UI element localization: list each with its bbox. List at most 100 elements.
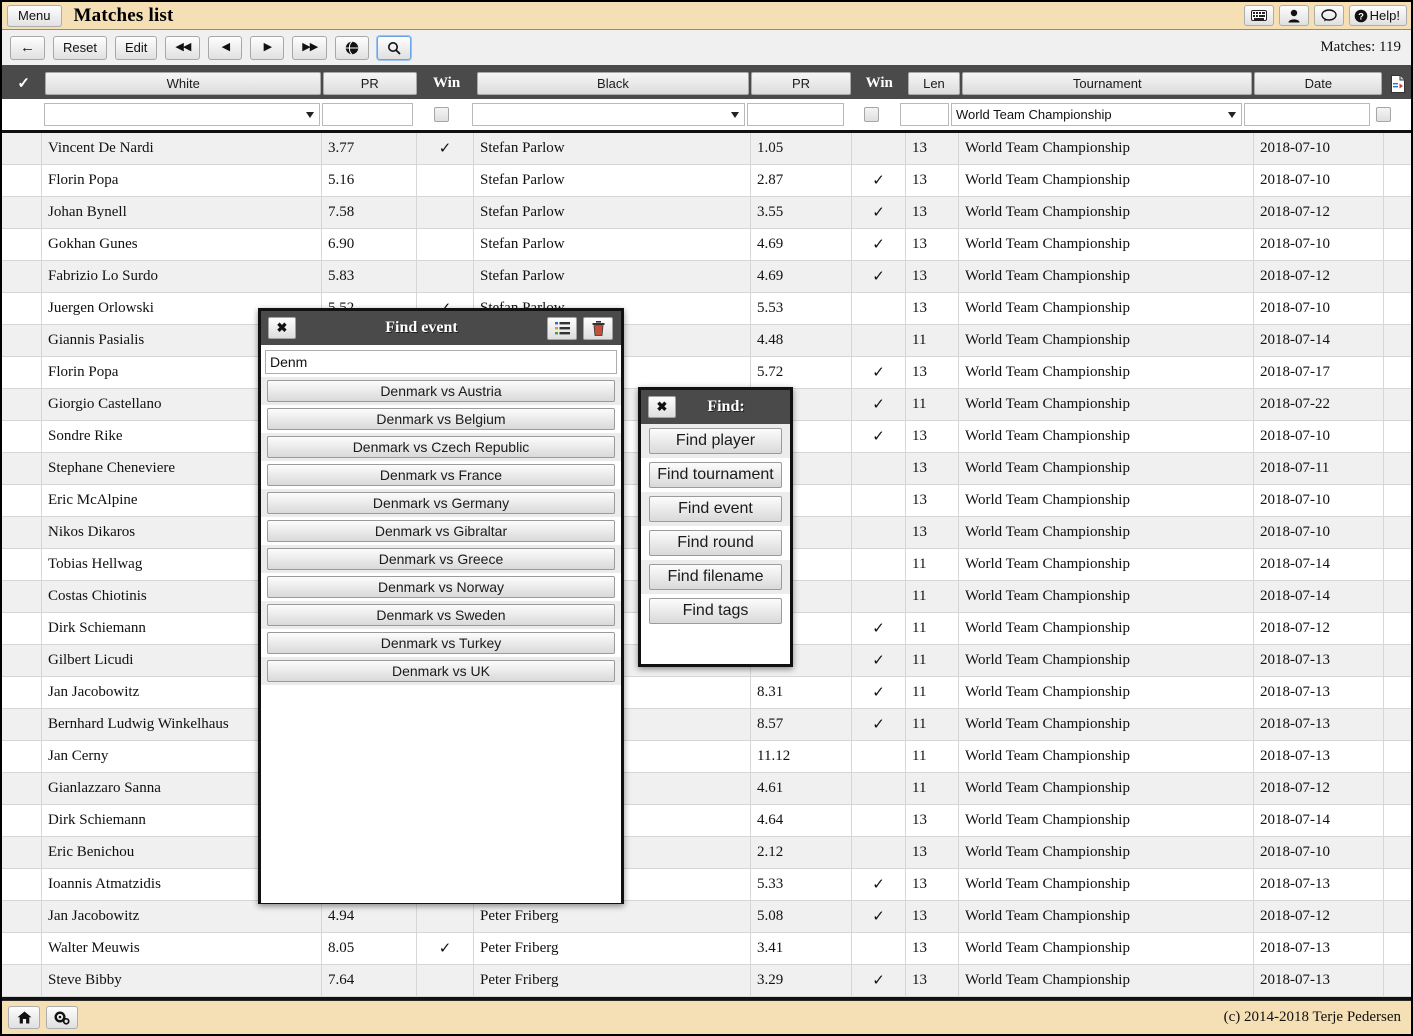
table-row[interactable]: Gokhan Gunes 6.90 Stefan Parlow 4.69 ✓ 13 Worl…: [2, 229, 1411, 261]
find-event-result-button[interactable]: Denmark vs Turkey: [267, 632, 615, 654]
filter-white-win-checkbox[interactable]: [434, 107, 449, 122]
find-event-search-input[interactable]: [265, 350, 617, 374]
table-row[interactable]: Walter Meuwis 8.05 ✓ Peter Friberg 3.41 13 Wor…: [2, 933, 1411, 965]
row-select-cell[interactable]: [2, 485, 42, 516]
row-select-cell[interactable]: [2, 165, 42, 196]
table-row[interactable]: Dirk Schiemann 4.64 13 World Team Champions…: [2, 805, 1411, 837]
table-row[interactable]: Steve Bibby 7.64 Peter Friberg 3.29 ✓ 13 World…: [2, 965, 1411, 997]
table-row[interactable]: Giannis Pasialis 4.48 11 World Team Champio…: [2, 325, 1411, 357]
filter-black-win-checkbox[interactable]: [863, 107, 879, 122]
find-event-result-button[interactable]: Denmark vs Belgium: [267, 408, 615, 430]
list-icon[interactable]: [547, 316, 577, 340]
table-row[interactable]: Vincent De Nardi 3.77 ✓ Stefan Parlow 1.05 13…: [2, 133, 1411, 165]
find-event-result-button[interactable]: Denmark vs Sweden: [267, 604, 615, 626]
row-select-cell[interactable]: [2, 293, 42, 324]
home-button[interactable]: [8, 1006, 40, 1029]
column-header-len[interactable]: Len: [907, 72, 961, 95]
table-row[interactable]: Eric Benichou 2.12 13 World Team Championsh…: [2, 837, 1411, 869]
find-event-result-button[interactable]: Denmark vs Germany: [267, 492, 615, 514]
table-row[interactable]: Bernhard Ludwig Winkelhaus 8.57 ✓ 11 World T…: [2, 709, 1411, 741]
row-select-cell[interactable]: [2, 453, 42, 484]
find-event-result-button[interactable]: Denmark vs Norway: [267, 576, 615, 598]
row-select-cell[interactable]: [2, 581, 42, 612]
row-select-cell[interactable]: [2, 133, 42, 164]
filter-len-input[interactable]: [900, 103, 949, 126]
table-row[interactable]: Florin Popa 5.16 Stefan Parlow 2.87 ✓ 13 World…: [2, 165, 1411, 197]
table-row[interactable]: Gianlazzaro Sanna 4.61 11 World Team Champi…: [2, 773, 1411, 805]
column-header-white-pr[interactable]: PR: [322, 72, 417, 95]
settings-button[interactable]: [46, 1006, 78, 1029]
find-event-results-list[interactable]: Denmark vs Austria Denmark vs Belgium Denm…: [261, 377, 621, 903]
filter-black-select[interactable]: [472, 103, 745, 126]
comment-icon[interactable]: [1313, 5, 1344, 26]
reset-button[interactable]: Reset: [53, 35, 107, 60]
first-page-button[interactable]: ◀◀: [165, 35, 201, 60]
column-header-black-pr[interactable]: PR: [751, 72, 851, 95]
search-button[interactable]: [377, 35, 412, 60]
menu-button[interactable]: Menu: [7, 4, 62, 27]
row-select-cell[interactable]: [2, 837, 42, 868]
table-row[interactable]: Jan Cerny 11.12 11 World Team Championship 2…: [2, 741, 1411, 773]
trash-icon[interactable]: [583, 316, 613, 340]
prev-page-button[interactable]: ◀: [208, 35, 243, 60]
find-event-result-button[interactable]: Denmark vs Czech Republic: [267, 436, 615, 458]
filter-white-select[interactable]: [44, 103, 320, 126]
find-event-result-button[interactable]: Denmark vs France: [267, 464, 615, 486]
find-event-result-button[interactable]: Denmark vs Austria: [267, 380, 615, 402]
row-select-cell[interactable]: [2, 357, 42, 388]
filter-export-checkbox[interactable]: [1376, 107, 1391, 122]
find-menu-find-tags-button[interactable]: Find tags: [649, 598, 782, 624]
find-menu-find-round-button[interactable]: Find round: [649, 530, 782, 556]
row-select-cell[interactable]: [2, 261, 42, 292]
back-button[interactable]: ←: [10, 35, 45, 60]
find-event-result-button[interactable]: Denmark vs Gibraltar: [267, 520, 615, 542]
find-menu-find-event-button[interactable]: Find event: [649, 496, 782, 522]
filter-date-input[interactable]: [1244, 103, 1370, 126]
table-row[interactable]: Ioannis Atmatzidis 5.33 ✓ 13 World Team Cham…: [2, 869, 1411, 901]
row-select-cell[interactable]: [2, 965, 42, 996]
find-menu-find-tournament-button[interactable]: Find tournament: [649, 462, 782, 488]
row-select-cell[interactable]: [2, 549, 42, 580]
row-select-cell[interactable]: [2, 869, 42, 900]
table-row[interactable]: Juergen Orlowski5.52✓Stefan Parlow5.5313…: [2, 293, 1411, 325]
user-icon[interactable]: [1278, 5, 1309, 26]
column-header-black[interactable]: Black: [476, 72, 750, 95]
filter-tournament-select[interactable]: World Team Championship: [951, 103, 1242, 126]
row-select-cell[interactable]: [2, 325, 42, 356]
last-page-button[interactable]: ▶▶: [292, 35, 328, 60]
export-file-icon[interactable]: [1384, 72, 1411, 95]
find-menu-close-button[interactable]: ✖: [648, 396, 676, 418]
row-select-cell[interactable]: [2, 389, 42, 420]
column-header-date[interactable]: Date: [1254, 72, 1383, 95]
row-select-cell[interactable]: [2, 229, 42, 260]
find-menu-find-filename-button[interactable]: Find filename: [649, 564, 782, 590]
row-select-cell[interactable]: [2, 197, 42, 228]
keyboard-icon[interactable]: [1243, 5, 1274, 26]
table-row[interactable]: Jan Jacobowitz 8.31 ✓ 11 World Team Champion…: [2, 677, 1411, 709]
row-select-cell[interactable]: [2, 933, 42, 964]
row-select-cell[interactable]: [2, 645, 42, 676]
find-event-close-button[interactable]: ✖: [268, 317, 296, 339]
row-select-cell[interactable]: [2, 741, 42, 772]
column-header-tournament[interactable]: Tournament: [962, 72, 1253, 95]
row-select-cell[interactable]: [2, 517, 42, 548]
find-event-result-button[interactable]: Denmark vs UK: [267, 660, 615, 682]
row-select-cell[interactable]: [2, 709, 42, 740]
globe-button[interactable]: [335, 35, 370, 60]
table-row[interactable]: Johan Bynell 7.58 Stefan Parlow 3.55 ✓ 13 Worl…: [2, 197, 1411, 229]
row-select-cell[interactable]: [2, 677, 42, 708]
column-header-white[interactable]: White: [45, 72, 321, 95]
row-select-cell[interactable]: [2, 421, 42, 452]
row-select-cell[interactable]: [2, 773, 42, 804]
row-select-cell[interactable]: [2, 805, 42, 836]
table-row[interactable]: Jan Jacobowitz 4.94 Peter Friberg 5.08 ✓ 13 Wo…: [2, 901, 1411, 933]
filter-white-pr-input[interactable]: [322, 103, 413, 126]
help-button[interactable]: ? Help!: [1348, 5, 1407, 26]
next-page-button[interactable]: ▶: [250, 35, 285, 60]
filter-black-pr-input[interactable]: [747, 103, 844, 126]
table-row[interactable]: Fabrizio Lo Surdo 5.83 Stefan Parlow 4.69 ✓ 1…: [2, 261, 1411, 293]
edit-button[interactable]: Edit: [114, 35, 158, 60]
find-event-result-button[interactable]: Denmark vs Greece: [267, 548, 615, 570]
row-select-cell[interactable]: [2, 901, 42, 932]
find-menu-find-player-button[interactable]: Find player: [649, 428, 782, 454]
